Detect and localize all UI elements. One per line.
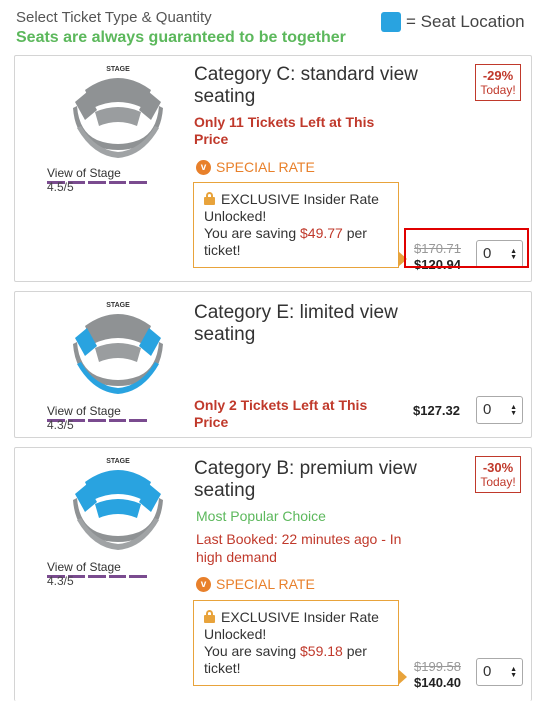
page-header: Select Ticket Type & Quantity Seats are … xyxy=(0,0,539,50)
quantity-select[interactable]: 0 ▲ ▼ xyxy=(476,658,523,686)
quantity-select[interactable]: 0 ▲ ▼ xyxy=(476,396,523,424)
view-of-stage-label: View of Stage xyxy=(47,404,121,418)
discount-sub: Today! xyxy=(480,83,516,97)
view-of-stage-label: View of Stage xyxy=(47,560,121,574)
popular-choice-text: Most Popular Choice xyxy=(196,508,326,524)
discount-badge: -29% Today! xyxy=(475,64,521,101)
ticket-card-category-e[interactable]: STAGE View of Stage 4.3/5 Category E: li… xyxy=(14,291,532,438)
insider-headline: EXCLUSIVE Insider Rate Unlocked! xyxy=(204,191,379,224)
seat-map-category-c: STAGE xyxy=(73,66,163,158)
legend-label: = Seat Location xyxy=(406,12,525,31)
rating-value: 4.5/5 xyxy=(47,180,74,194)
rating-value: 4.3/5 xyxy=(47,418,74,432)
category-title: Category B: premium view seating xyxy=(194,458,417,501)
urgency-text: Only 2 Tickets Left at This Price xyxy=(194,397,368,430)
stage-label: STAGE xyxy=(106,66,130,73)
category-title: Category E: limited view seating xyxy=(194,302,398,345)
lock-icon xyxy=(204,192,215,205)
stage-label: STAGE xyxy=(106,458,130,465)
insider-text-prefix: You are saving xyxy=(204,643,300,659)
insider-headline: EXCLUSIVE Insider Rate Unlocked! xyxy=(204,609,379,642)
special-rate-label: SPECIAL RATE xyxy=(216,576,315,592)
price: $127.32 xyxy=(413,403,460,418)
select-arrows-icon: ▲ ▼ xyxy=(510,666,517,679)
last-booked-text: Last Booked: 22 minutes ago - In high de… xyxy=(196,531,402,565)
guarantee-text: Seats are always guaranteed to be togeth… xyxy=(16,29,346,46)
lock-icon xyxy=(204,610,215,623)
special-rate-label: SPECIAL RATE xyxy=(216,159,315,175)
seat-map-category-b: STAGE xyxy=(73,458,163,550)
ticket-card-category-b[interactable]: STAGE View of Stage 4.3/5 Category B: pr… xyxy=(14,447,532,701)
seat-legend: = Seat Location xyxy=(381,12,525,32)
special-rate: v SPECIAL RATE xyxy=(196,159,315,175)
special-rate-icon: v xyxy=(196,576,211,592)
saving-amount: $59.18 xyxy=(300,643,343,659)
seat-location-swatch xyxy=(381,12,401,32)
highlight-box xyxy=(404,228,529,268)
seat-map-category-e: STAGE xyxy=(73,302,163,394)
quantity-value: 0 xyxy=(483,401,492,418)
category-title: Category C: standard view seating xyxy=(194,64,418,107)
original-price: $199.58 xyxy=(414,659,461,674)
special-rate: v SPECIAL RATE xyxy=(196,576,315,592)
quantity-value: 0 xyxy=(483,663,492,680)
section-title: Select Ticket Type & Quantity xyxy=(16,9,212,26)
saving-amount: $49.77 xyxy=(300,225,343,241)
insider-rate-box: EXCLUSIVE Insider Rate Unlocked! You are… xyxy=(193,182,407,268)
price: $140.40 xyxy=(414,675,461,690)
discount-percent: -29% xyxy=(482,68,514,83)
rating-value: 4.3/5 xyxy=(47,574,74,588)
select-arrows-icon: ▲ ▼ xyxy=(510,404,517,417)
view-of-stage-label: View of Stage xyxy=(47,166,121,180)
special-rate-icon: v xyxy=(196,159,211,175)
insider-text-prefix: You are saving xyxy=(204,225,300,241)
urgency-text: Only 11 Tickets Left at This Price xyxy=(194,114,375,147)
stage-label: STAGE xyxy=(106,302,130,309)
discount-badge: -30% Today! xyxy=(475,456,521,493)
discount-sub: Today! xyxy=(480,475,516,489)
insider-rate-box: EXCLUSIVE Insider Rate Unlocked! You are… xyxy=(193,600,407,686)
discount-percent: -30% xyxy=(482,460,514,475)
